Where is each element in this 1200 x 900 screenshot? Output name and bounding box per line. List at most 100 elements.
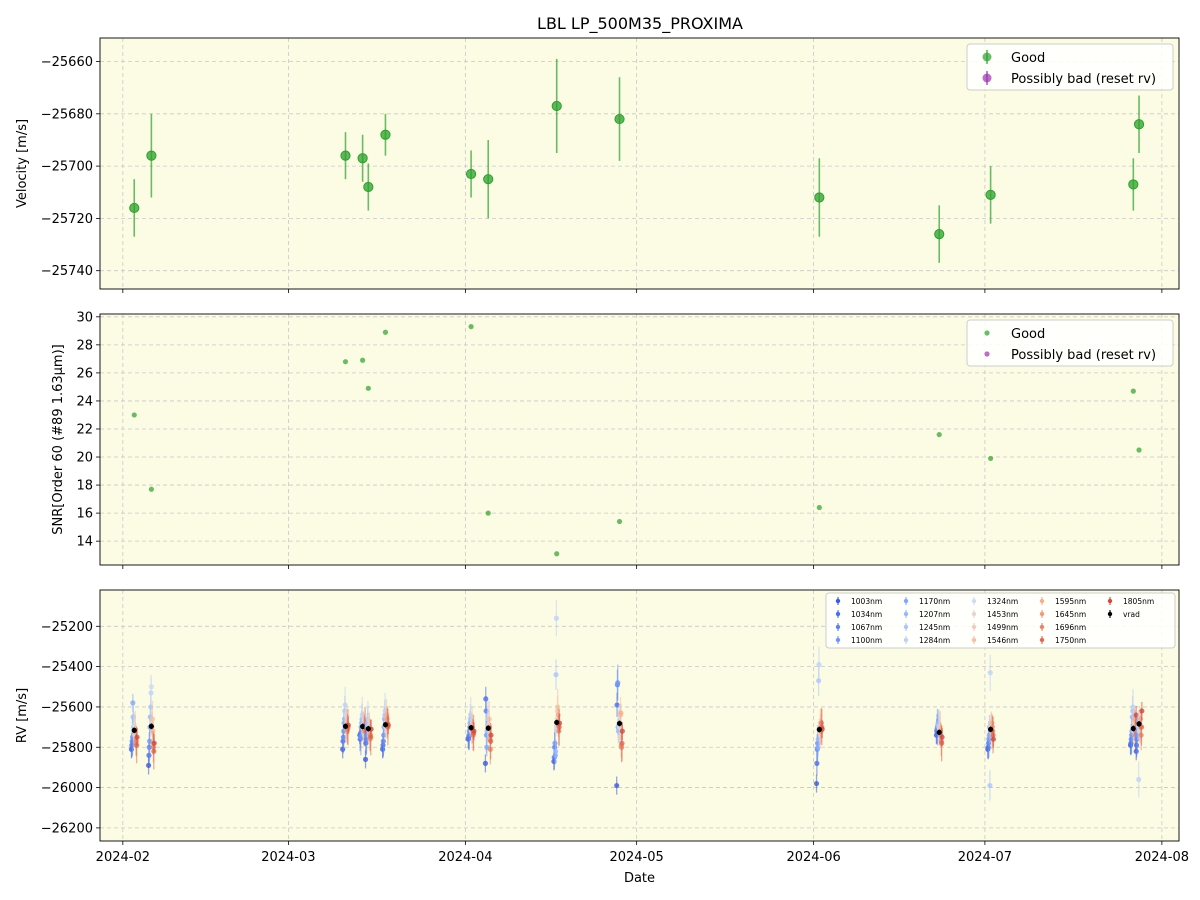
legend-label: 1100nm: [851, 636, 882, 645]
legend-marker: [1107, 611, 1113, 617]
data-point: [382, 329, 389, 335]
band-point: [130, 700, 136, 706]
data-point: [483, 174, 494, 185]
legend-marker: [971, 637, 977, 643]
band-point: [362, 756, 369, 762]
band-point: [482, 760, 489, 766]
legend-marker: [903, 611, 909, 617]
legend-marker: [835, 624, 841, 630]
x-tick-label: 2024-05: [609, 850, 663, 865]
vrad-point: [816, 726, 822, 733]
data-point: [468, 324, 474, 330]
data-point: [380, 129, 391, 140]
legend-label: Good: [1011, 51, 1045, 66]
vrad-point: [1136, 721, 1142, 727]
legend-label: Possibly bad (reset rv): [1011, 348, 1156, 363]
legend-marker: [1039, 624, 1045, 630]
legend-label: 1805nm: [1123, 597, 1154, 606]
legend-label: 1595nm: [1055, 597, 1086, 606]
y-tick-label: 16: [76, 507, 93, 522]
y-tick-label: 28: [76, 338, 93, 353]
velocity-panel: −25660 −25680 −25700 −25720 −25740 Velocity […: [15, 37, 1180, 293]
band-point: [619, 728, 625, 734]
data-point: [985, 189, 996, 200]
y-tick-label: 20: [76, 451, 93, 466]
data-point: [148, 486, 154, 492]
legend-label: 1750nm: [1055, 636, 1086, 645]
band-point: [987, 782, 993, 789]
band-point: [1130, 704, 1136, 710]
y-axis-label: RV [m/s]: [15, 688, 30, 743]
legend-marker: [835, 637, 841, 643]
data-point: [1130, 388, 1136, 394]
band-point: [148, 684, 154, 690]
legend-marker: [971, 624, 977, 630]
x-tick-label: 2024-08: [1135, 850, 1189, 865]
x-tick-label: 2024-02: [96, 850, 150, 865]
legend-label: 1207nm: [919, 610, 950, 619]
data-point: [1128, 179, 1139, 190]
data-point: [363, 181, 374, 193]
band-point: [552, 740, 558, 746]
y-tick-label: 22: [76, 422, 93, 437]
data-point: [357, 153, 368, 164]
y-tick-label: −25660: [41, 55, 93, 70]
data-point: [146, 150, 157, 161]
figure-title: LBL LP_500M35_PROXIMA: [537, 14, 743, 34]
band-point: [813, 780, 820, 787]
band-point: [990, 736, 997, 742]
band-point: [134, 734, 140, 740]
legend-marker: [1039, 611, 1045, 617]
y-axis-label: Velocity [m/s]: [15, 119, 30, 208]
x-axis-label: Date: [624, 871, 655, 886]
vrad-point: [1130, 725, 1136, 732]
band-point: [553, 748, 559, 754]
data-point: [934, 228, 945, 240]
band-point: [553, 672, 559, 678]
data-point: [551, 100, 562, 112]
vrad-point: [131, 727, 137, 733]
band-point: [1139, 708, 1145, 714]
data-point: [340, 150, 351, 161]
legend-marker: [984, 351, 990, 357]
band-point: [987, 670, 993, 676]
legend-label: 1645nm: [1055, 610, 1086, 619]
y-tick-label: −25700: [41, 160, 93, 175]
y-tick-label: −25680: [41, 107, 93, 122]
legend-marker: [982, 73, 992, 83]
legend-label: vrad: [1123, 610, 1140, 619]
legend-marker: [903, 624, 909, 630]
y-tick-label: 18: [76, 479, 93, 494]
band-point: [816, 661, 822, 668]
data-point: [616, 518, 623, 525]
data-point: [1136, 447, 1142, 453]
legend-label: 1696nm: [1055, 623, 1086, 632]
legend-label: 1499nm: [987, 623, 1018, 632]
band-point: [619, 740, 625, 746]
legend-marker: [971, 598, 977, 604]
vrad-point: [554, 719, 560, 726]
legend-label: 1067nm: [851, 623, 882, 632]
legend-label: 1034nm: [851, 610, 882, 619]
band-point: [488, 732, 494, 738]
data-point: [365, 385, 371, 391]
band-point: [615, 680, 621, 686]
x-tick-label: 2024-07: [958, 850, 1012, 865]
vrad-point: [342, 723, 349, 729]
legend-marker: [1107, 598, 1113, 604]
figure: LBL LP_500M35_PROXIMA −25660 −25680 −25700…: [15, 14, 1189, 886]
legend-marker: [903, 598, 909, 604]
data-point: [614, 113, 625, 125]
band-point: [939, 734, 945, 740]
data-point: [131, 412, 137, 418]
x-tick-label: 2024-04: [438, 850, 492, 865]
y-tick-label: 30: [76, 310, 93, 325]
snr-panel: 14 16 18 20 22 24 26 28 30 SNR[Order 60 (#89 1.63…: [51, 310, 1180, 569]
legend-marker: [984, 330, 990, 336]
data-point: [814, 192, 825, 203]
legend-marker: [971, 611, 977, 617]
data-point: [465, 168, 477, 180]
legend-marker: [835, 611, 841, 617]
data-point: [129, 202, 140, 214]
data-point: [1133, 119, 1145, 130]
